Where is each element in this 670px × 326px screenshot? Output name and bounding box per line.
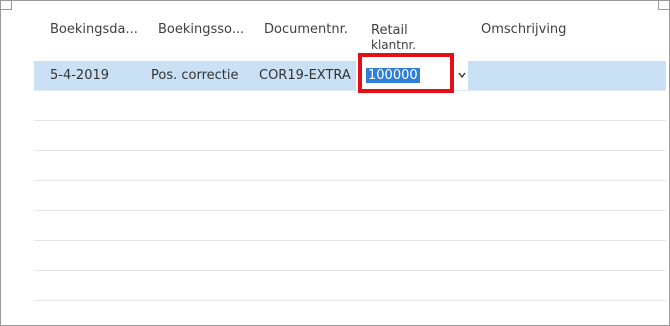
chevron-down-icon[interactable] xyxy=(457,70,467,80)
table-row-empty[interactable] xyxy=(34,271,666,301)
table-row-empty[interactable] xyxy=(34,211,666,241)
column-header-omschrijving[interactable]: Omschrijving xyxy=(481,23,566,37)
column-header-retail-line2: klantnr. xyxy=(371,38,417,52)
table-row-empty[interactable] xyxy=(34,121,666,151)
table-row-empty[interactable] xyxy=(34,241,666,271)
table-row-empty[interactable] xyxy=(34,181,666,211)
table-row-empty[interactable] xyxy=(34,91,666,121)
journal-lines-grid: Boekingsda... Boekingsso... Documentnr. … xyxy=(34,11,666,325)
column-header-retail-line1: Retail xyxy=(371,23,408,38)
table-row-empty[interactable] xyxy=(34,301,666,325)
column-header-retail-klantnr[interactable]: Retail klantnr. xyxy=(371,23,431,53)
chevron-down-icon-svg xyxy=(458,72,466,79)
annotation-highlight-box xyxy=(358,53,454,93)
frame-corner-left xyxy=(1,1,12,10)
column-header-boekingssoort[interactable]: Boekingsso... xyxy=(158,23,244,37)
grid-window: Boekingsda... Boekingsso... Documentnr. … xyxy=(0,0,670,326)
column-header-boekingsdatum[interactable]: Boekingsda... xyxy=(50,23,138,37)
table-row-empty[interactable] xyxy=(34,151,666,181)
cell-documentnr[interactable]: COR19-EXTRA xyxy=(259,68,356,83)
frame-corner-right xyxy=(658,1,669,10)
cell-boekingssoort[interactable]: Pos. correctie xyxy=(151,68,239,83)
cell-boekingsdatum[interactable]: 5-4-2019 xyxy=(50,68,109,83)
column-header-documentnr[interactable]: Documentnr. xyxy=(264,23,348,37)
table-row[interactable]: 5-4-2019 Pos. correctie COR19-EXTRA 1000… xyxy=(34,61,666,91)
grid-header: Boekingsda... Boekingsso... Documentnr. … xyxy=(34,11,666,61)
